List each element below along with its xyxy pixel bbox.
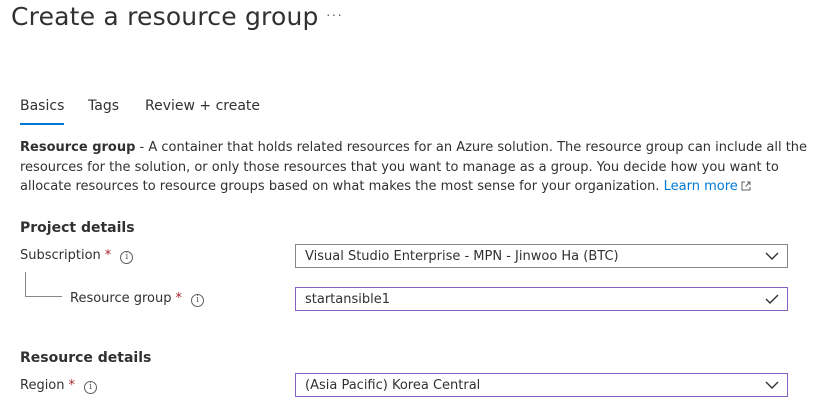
info-icon[interactable]: i bbox=[191, 294, 205, 307]
resource-group-input[interactable]: startansible1 bbox=[295, 287, 788, 311]
region-label: Region * i bbox=[20, 378, 98, 394]
required-marker: * bbox=[175, 291, 183, 306]
required-marker: * bbox=[68, 378, 76, 393]
chevron-down-icon bbox=[765, 252, 779, 260]
description-bold: Resource group bbox=[20, 140, 136, 155]
tree-connector bbox=[25, 272, 62, 297]
tab-tags[interactable]: Tags bbox=[88, 96, 119, 126]
more-options-button[interactable]: ··· bbox=[326, 6, 343, 22]
subscription-label-text: Subscription bbox=[20, 248, 101, 263]
required-marker: * bbox=[104, 248, 112, 263]
tab-basics[interactable]: Basics bbox=[20, 96, 65, 126]
subscription-value: Visual Studio Enterprise - MPN - Jinwoo … bbox=[305, 249, 619, 264]
region-select[interactable]: (Asia Pacific) Korea Central bbox=[295, 373, 788, 397]
checkmark-icon bbox=[765, 294, 779, 304]
resource-details-heading: Resource details bbox=[20, 350, 152, 366]
subscription-select[interactable]: Visual Studio Enterprise - MPN - Jinwoo … bbox=[295, 244, 788, 268]
page-title: Create a resource group bbox=[11, 2, 319, 31]
external-link-icon bbox=[741, 181, 751, 191]
info-icon[interactable]: i bbox=[120, 251, 134, 264]
region-label-text: Region bbox=[20, 378, 65, 393]
resource-group-label-text: Resource group bbox=[70, 291, 172, 306]
subscription-label: Subscription * i bbox=[20, 248, 134, 264]
tab-review-create[interactable]: Review + create bbox=[145, 96, 260, 126]
region-value: (Asia Pacific) Korea Central bbox=[305, 378, 481, 393]
resource-group-description: Resource group - A container that holds … bbox=[20, 138, 810, 197]
info-icon[interactable]: i bbox=[84, 381, 98, 394]
project-details-heading: Project details bbox=[20, 220, 135, 236]
resource-group-value: startansible1 bbox=[305, 292, 391, 307]
chevron-down-icon bbox=[765, 381, 779, 389]
resource-group-label: Resource group * i bbox=[70, 291, 205, 307]
learn-more-link[interactable]: Learn more bbox=[664, 179, 738, 194]
